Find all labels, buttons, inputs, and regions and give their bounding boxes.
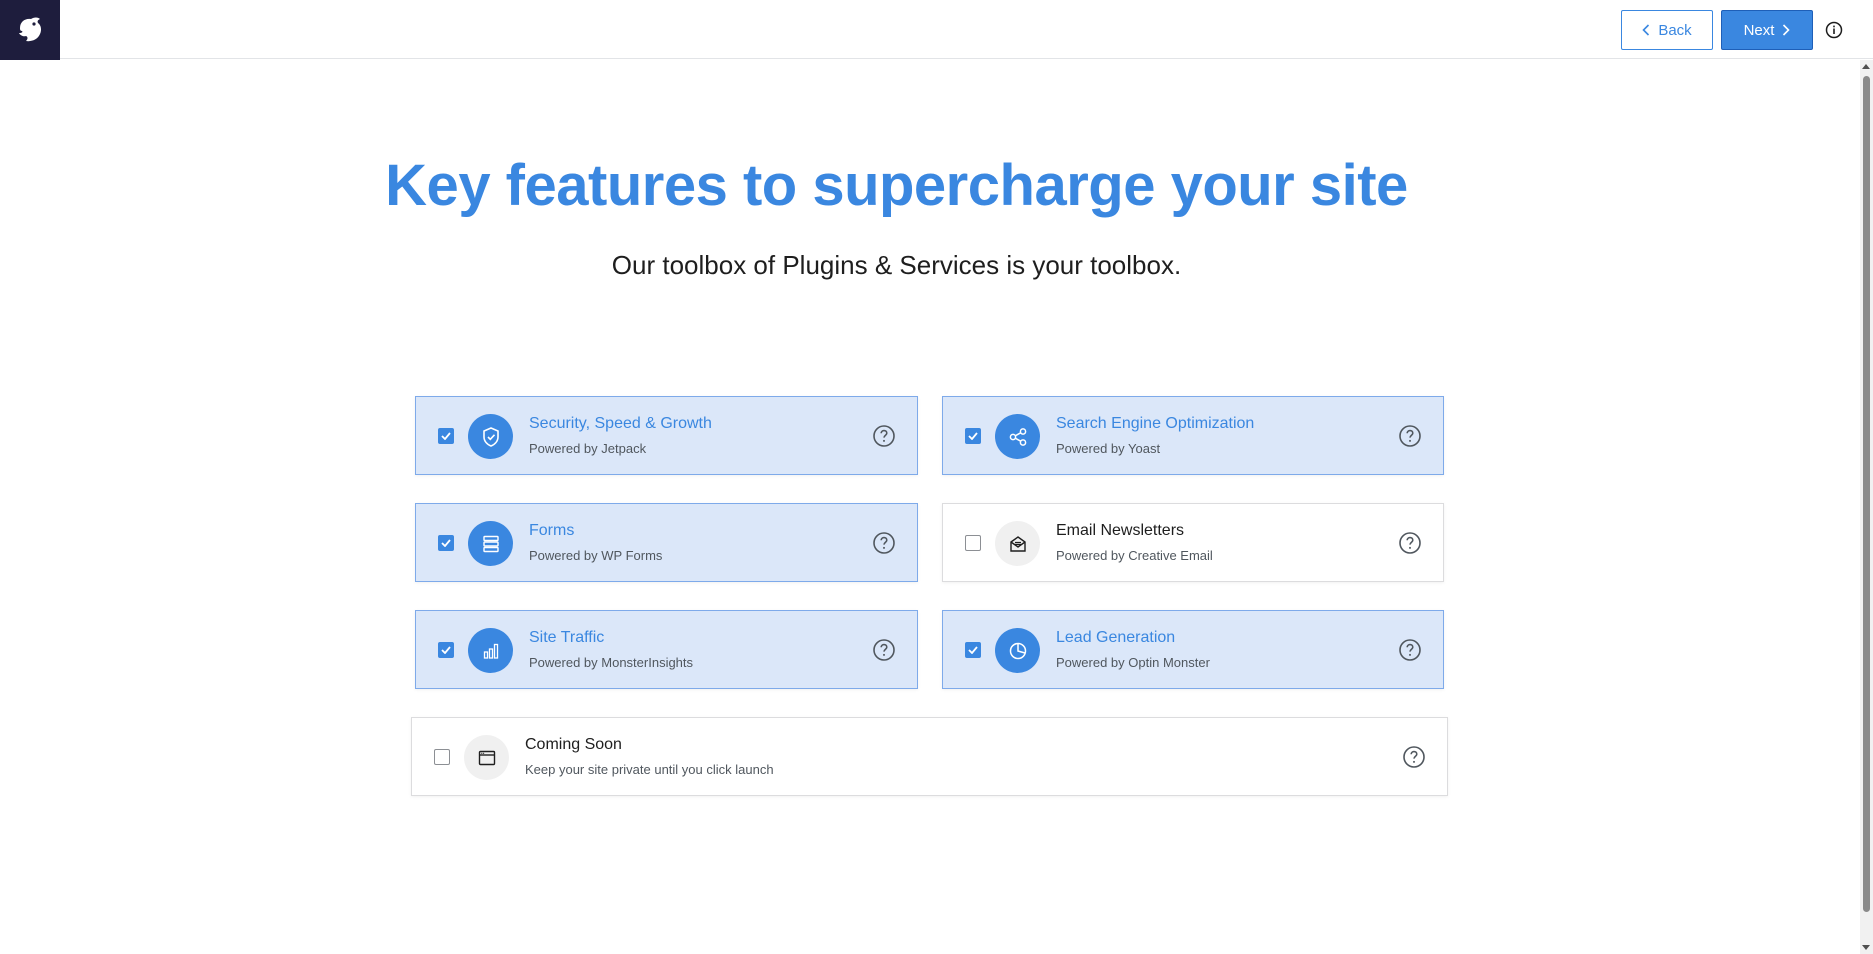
info-icon [1825, 21, 1843, 39]
scroll-down-arrow-icon[interactable] [1862, 945, 1870, 950]
feature-card-site-traffic[interactable]: Site Traffic Powered by MonsterInsights [415, 610, 918, 689]
question-mark-icon [1399, 425, 1421, 447]
page-title: Key features to supercharge your site [385, 153, 1408, 218]
feature-card-security[interactable]: Security, Speed & Growth Powered by Jetp… [415, 396, 918, 475]
share-icon [1009, 427, 1026, 446]
browser-window-icon [478, 750, 495, 765]
bird-logo-icon [19, 17, 42, 42]
question-mark-icon [873, 639, 895, 661]
top-bar: Back Next [0, 0, 1873, 60]
feature-checkbox[interactable] [438, 428, 454, 444]
checkmark-icon [968, 646, 978, 654]
feature-card-email-newsletters[interactable]: Email Newsletters Powered by Creative Em… [942, 503, 1444, 582]
form-list-icon [482, 535, 499, 552]
help-button[interactable] [871, 637, 897, 663]
feature-title: Email Newsletters [1056, 522, 1185, 539]
feature-card-forms[interactable]: Forms Powered by WP Forms [415, 503, 918, 582]
chevron-left-icon [1642, 24, 1650, 36]
help-button[interactable] [1397, 423, 1423, 449]
help-button[interactable] [871, 423, 897, 449]
scrollbar-thumb[interactable] [1863, 76, 1870, 912]
feature-icon-wrap [464, 735, 509, 780]
feature-subtitle: Powered by Yoast [1056, 441, 1161, 456]
feature-subtitle: Powered by Creative Email [1056, 548, 1213, 563]
info-button[interactable] [1824, 20, 1844, 40]
checkmark-icon [441, 432, 451, 440]
feature-checkbox[interactable] [438, 535, 454, 551]
feature-title: Search Engine Optimization [1056, 415, 1255, 432]
pie-chart-icon [1009, 642, 1026, 659]
page-subtitle: Our toolbox of Plugins & Services is you… [611, 250, 1182, 280]
feature-subtitle: Powered by MonsterInsights [529, 655, 694, 670]
help-button[interactable] [871, 530, 897, 556]
question-mark-icon [1403, 746, 1425, 768]
help-button[interactable] [1397, 637, 1423, 663]
feature-card-coming-soon[interactable]: Coming Soon Keep your site private until… [411, 717, 1448, 796]
feature-title: Security, Speed & Growth [529, 415, 712, 432]
back-button[interactable]: Back [1621, 10, 1713, 50]
next-button[interactable]: Next [1721, 10, 1813, 50]
feature-title: Site Traffic [529, 629, 605, 646]
feature-checkbox[interactable] [965, 535, 981, 551]
help-button[interactable] [1397, 530, 1423, 556]
scroll-up-arrow-icon[interactable] [1862, 64, 1870, 69]
feature-subtitle: Powered by WP Forms [529, 548, 663, 563]
checkmark-icon [968, 432, 978, 440]
feature-card-seo[interactable]: Search Engine Optimization Powered by Yo… [942, 396, 1444, 475]
feature-icon-wrap [468, 414, 513, 459]
feature-subtitle: Keep your site private until you click l… [525, 762, 774, 777]
feature-icon-wrap [995, 628, 1040, 673]
feature-icon-wrap [468, 628, 513, 673]
feature-checkbox[interactable] [965, 428, 981, 444]
back-button-label: Back [1658, 21, 1692, 39]
feature-icon-wrap [468, 521, 513, 566]
checkmark-icon [441, 539, 451, 547]
next-button-label: Next [1743, 21, 1775, 39]
envelope-icon [1009, 535, 1026, 552]
feature-icon-wrap [995, 414, 1040, 459]
feature-checkbox[interactable] [438, 642, 454, 658]
feature-checkbox[interactable] [434, 749, 450, 765]
checkmark-icon [441, 646, 451, 654]
feature-title: Lead Generation [1056, 629, 1176, 646]
question-mark-icon [873, 532, 895, 554]
brand-logo[interactable] [0, 0, 60, 60]
shield-icon [482, 426, 499, 447]
feature-title: Coming Soon [525, 736, 622, 753]
chevron-right-icon [1783, 24, 1791, 36]
vertical-scrollbar[interactable] [1860, 60, 1873, 954]
question-mark-icon [873, 425, 895, 447]
feature-subtitle: Powered by Optin Monster [1056, 655, 1210, 670]
question-mark-icon [1399, 532, 1421, 554]
feature-icon-wrap [995, 521, 1040, 566]
help-button[interactable] [1401, 744, 1427, 770]
bar-chart-icon [483, 643, 498, 659]
feature-subtitle: Powered by Jetpack [529, 441, 647, 456]
feature-card-lead-generation[interactable]: Lead Generation Powered by Optin Monster [942, 610, 1444, 689]
feature-title: Forms [529, 522, 575, 539]
question-mark-icon [1399, 639, 1421, 661]
feature-checkbox[interactable] [965, 642, 981, 658]
